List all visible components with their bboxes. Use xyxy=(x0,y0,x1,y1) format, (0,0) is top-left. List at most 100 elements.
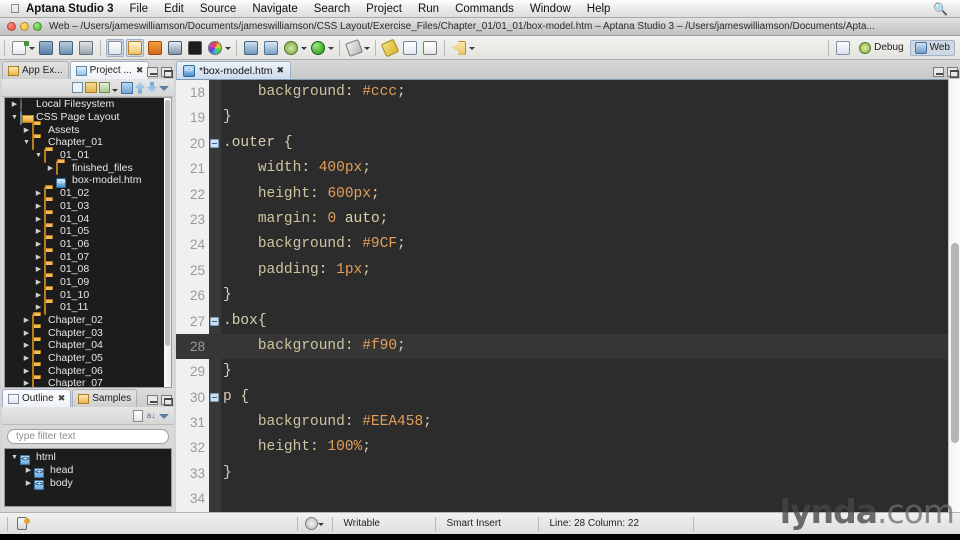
twisty-collapsed-icon[interactable]: ▶ xyxy=(33,215,44,223)
tree-item[interactable]: ▶ 01_07 xyxy=(5,250,171,265)
sync-arrows-icon[interactable] xyxy=(121,81,133,94)
tree-item[interactable]: ▶ 01_04 xyxy=(5,212,171,227)
code-line[interactable]: 25 padding: 1px; xyxy=(176,258,948,283)
view-menu-icon[interactable] xyxy=(159,410,170,421)
code-line[interactable]: 33} xyxy=(176,461,948,486)
run-dropdown-caret[interactable] xyxy=(328,40,335,56)
tab-project-explorer[interactable]: Project ... ✖ xyxy=(69,61,150,79)
menu-item-navigate[interactable]: Navigate xyxy=(244,3,305,15)
twisty-expanded-icon[interactable]: ▼ xyxy=(9,454,20,461)
twisty-collapsed-icon[interactable]: ▶ xyxy=(21,367,32,375)
twisty-collapsed-icon[interactable]: ▶ xyxy=(21,126,32,134)
editor-scroll-thumb[interactable] xyxy=(951,243,959,443)
twisty-collapsed-icon[interactable]: ▶ xyxy=(21,341,32,349)
terminal-button[interactable] xyxy=(186,39,204,57)
fold-toggle-icon[interactable] xyxy=(210,392,219,402)
tab-app-explorer[interactable]: App Ex... xyxy=(2,61,69,79)
code-line[interactable]: 27 .box{ xyxy=(176,309,948,334)
tree-item[interactable]: ▶ 01_09 xyxy=(5,275,171,290)
menu-item-source[interactable]: Source xyxy=(192,3,244,15)
toggle-explorer-button[interactable] xyxy=(126,38,144,57)
twisty-collapsed-icon[interactable]: ▶ xyxy=(33,189,44,197)
code-line[interactable]: 21 width: 400px; xyxy=(176,156,948,181)
tree-item[interactable]: ▼ CSS Page Layout xyxy=(5,110,171,125)
deploy-button[interactable] xyxy=(242,39,260,57)
twisty-collapsed-icon[interactable]: ▶ xyxy=(9,100,20,108)
sync-button[interactable] xyxy=(262,39,280,57)
maximize-icon[interactable] xyxy=(947,67,959,78)
menu-item-help[interactable]: Help xyxy=(579,3,619,15)
maximize-icon[interactable] xyxy=(161,67,173,78)
highlight-button[interactable] xyxy=(380,38,400,57)
menu-item-search[interactable]: Search xyxy=(306,3,358,15)
run-button[interactable] xyxy=(309,39,327,57)
menu-item-edit[interactable]: Edit xyxy=(156,3,192,15)
close-icon[interactable]: ✖ xyxy=(277,65,285,76)
editor-tab-box-model[interactable]: <> *box-model.htm ✖ xyxy=(176,61,292,79)
tree-item[interactable]: ▶ 01_06 xyxy=(5,237,171,252)
code-line[interactable]: 18 background: #ccc; xyxy=(176,80,948,105)
tree-item[interactable]: ▶ Chapter_05 xyxy=(5,351,171,366)
save-all-button[interactable] xyxy=(57,39,75,57)
sort-az-icon[interactable]: a↓ xyxy=(145,410,157,422)
code-line[interactable]: 32 height: 100%; xyxy=(176,435,948,460)
search-marker-button[interactable] xyxy=(345,38,363,57)
twisty-collapsed-icon[interactable]: ▶ xyxy=(33,265,44,273)
menu-item-window[interactable]: Window xyxy=(522,3,579,15)
code-line[interactable]: 19} xyxy=(176,105,948,130)
tree-item[interactable]: ▶ Assets xyxy=(5,123,171,138)
gear-dropdown-caret[interactable] xyxy=(317,516,325,532)
tree-item[interactable]: ▶ Chapter_06 xyxy=(5,364,171,379)
link-editor-icon[interactable] xyxy=(85,82,97,93)
debug-dropdown-caret[interactable] xyxy=(301,40,308,56)
tree-item[interactable]: ▶ Local Filesystem xyxy=(5,98,171,112)
view-mode-caret[interactable] xyxy=(112,82,119,94)
menu-item-run[interactable]: Run xyxy=(410,3,447,15)
home-button[interactable] xyxy=(146,39,164,57)
down-arrow-icon[interactable] xyxy=(147,81,157,94)
menu-item-project[interactable]: Project xyxy=(358,3,410,15)
code-line[interactable]: 23 margin: 0 auto; xyxy=(176,207,948,232)
twisty-collapsed-icon[interactable]: ▶ xyxy=(33,253,44,261)
twisty-expanded-icon[interactable]: ▼ xyxy=(21,139,32,146)
color-picker-button[interactable] xyxy=(206,39,224,57)
last-edit-button[interactable] xyxy=(421,39,439,57)
twisty-collapsed-icon[interactable]: ▶ xyxy=(21,379,32,387)
tree-item[interactable]: ▶ 01_10 xyxy=(5,288,171,303)
tree-item[interactable]: ▶ 01_05 xyxy=(5,224,171,239)
code-line[interactable]: 22 height: 600px; xyxy=(176,182,948,207)
twisty-collapsed-icon[interactable]: ▶ xyxy=(33,240,44,248)
toggle-outline-button[interactable] xyxy=(106,38,124,57)
perspective-debug[interactable]: Debug xyxy=(855,41,907,55)
code-line[interactable]: 30 p { xyxy=(176,385,948,410)
minimize-icon[interactable] xyxy=(147,395,158,405)
tree-item[interactable]: ▼ <> html xyxy=(5,451,171,465)
twisty-collapsed-icon[interactable]: ▶ xyxy=(23,479,34,487)
code-line[interactable]: 26} xyxy=(176,283,948,308)
twisty-collapsed-icon[interactable]: ▶ xyxy=(21,354,32,362)
editor-vertical-scrollbar[interactable] xyxy=(948,79,960,512)
tree-item[interactable]: ▶ <> body xyxy=(5,476,171,491)
twisty-collapsed-icon[interactable]: ▶ xyxy=(33,291,44,299)
minimize-icon[interactable] xyxy=(147,67,158,77)
twisty-collapsed-icon[interactable]: ▶ xyxy=(21,329,32,337)
outline-tree[interactable]: ▼ <> html ▶ <> head ▶ <> body xyxy=(4,448,172,507)
twisty-collapsed-icon[interactable]: ▶ xyxy=(33,303,44,311)
code-line[interactable]: 29} xyxy=(176,359,948,384)
code-line[interactable]: 34 xyxy=(176,486,948,511)
close-icon[interactable]: ✖ xyxy=(58,393,66,404)
project-tree-scroll-thumb[interactable] xyxy=(165,100,170,346)
back-button[interactable] xyxy=(450,39,468,57)
twisty-expanded-icon[interactable]: ▼ xyxy=(33,152,44,159)
tree-item[interactable]: ▶ Chapter_03 xyxy=(5,326,171,341)
code-line[interactable]: 31 background: #EEA458; xyxy=(176,410,948,435)
tree-item[interactable]: ▼ 01_01 xyxy=(5,148,171,163)
outline-filter-input[interactable]: type filter text xyxy=(7,429,169,444)
back-dropdown-caret[interactable] xyxy=(469,40,476,56)
save-button[interactable] xyxy=(37,39,55,57)
gear-icon[interactable] xyxy=(304,517,318,530)
minimize-icon[interactable] xyxy=(933,67,944,77)
up-arrow-icon[interactable] xyxy=(135,81,145,94)
tab-outline[interactable]: Outline ✖ xyxy=(2,389,72,407)
marker-dropdown-caret[interactable] xyxy=(364,40,371,56)
